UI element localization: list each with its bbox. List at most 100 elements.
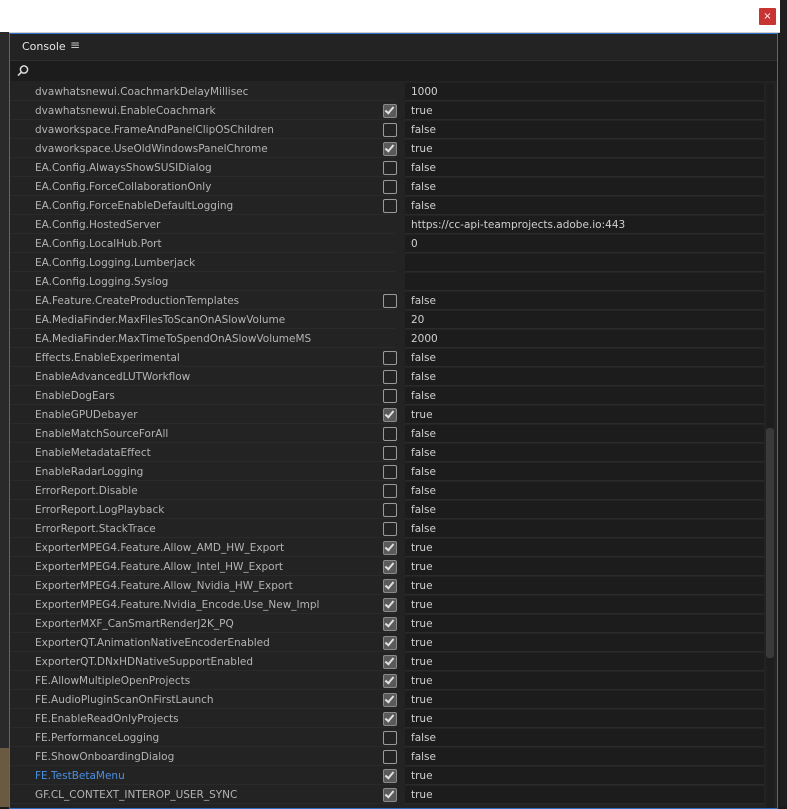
property-value-field[interactable]: false <box>405 197 764 215</box>
property-value-field[interactable]: true <box>405 539 764 557</box>
property-value-field[interactable]: true <box>405 558 764 576</box>
property-value-field[interactable]: true <box>405 653 764 671</box>
property-value-field[interactable]: false <box>405 159 764 177</box>
property-checkbox[interactable] <box>383 750 397 764</box>
property-checkbox[interactable] <box>383 598 397 612</box>
table-row: ExporterQT.DNxHDNativeSupportEnabled true <box>10 653 764 672</box>
property-checkbox[interactable] <box>383 351 397 365</box>
property-value-field[interactable]: true <box>405 634 764 652</box>
property-checkbox[interactable] <box>383 427 397 441</box>
property-name: Effects.EnableExperimental <box>10 349 395 367</box>
property-value-field[interactable]: true <box>405 596 764 614</box>
close-button[interactable]: × <box>759 8 776 25</box>
property-value-field[interactable]: true <box>405 672 764 690</box>
panel-menu-icon[interactable]: ≡ <box>70 38 80 52</box>
property-checkbox[interactable] <box>383 199 397 213</box>
property-value-field[interactable]: true <box>405 577 764 595</box>
property-name: EA.Config.Logging.Syslog <box>10 273 395 291</box>
table-row: EA.MediaFinder.MaxTimeToSpendOnASlowVolu… <box>10 330 764 349</box>
property-value-field[interactable]: false <box>405 121 764 139</box>
property-name: FE.AllowMultipleOpenProjects <box>10 672 395 690</box>
property-checkbox[interactable] <box>383 712 397 726</box>
property-value-field[interactable]: false <box>405 387 764 405</box>
property-value-field[interactable]: true <box>405 786 764 804</box>
property-value-field[interactable]: true <box>405 767 764 785</box>
property-value-field[interactable]: 0 <box>405 235 764 253</box>
property-name: ExporterQT.AnimationNativeEncoderEnabled <box>10 634 395 652</box>
property-checkbox[interactable] <box>383 674 397 688</box>
property-name: ExporterQT.DNxHDNativeSupportEnabled <box>10 653 395 671</box>
table-row: EA.Config.AlwaysShowSUSIDialog false <box>10 159 764 178</box>
property-value-field[interactable]: false <box>405 463 764 481</box>
property-name: EnableAdvancedLUTWorkflow <box>10 368 395 386</box>
property-value-field[interactable]: false <box>405 178 764 196</box>
property-value-field[interactable] <box>405 254 764 272</box>
property-checkbox[interactable] <box>383 769 397 783</box>
property-value-field[interactable]: https://cc-api-teamprojects.adobe.io:443 <box>405 216 764 234</box>
property-name: EnableGPUDebayer <box>10 406 395 424</box>
property-value-field[interactable]: false <box>405 349 764 367</box>
property-checkbox[interactable] <box>383 560 397 574</box>
property-value-field[interactable]: false <box>405 748 764 766</box>
property-value-field[interactable]: false <box>405 729 764 747</box>
property-checkbox[interactable] <box>383 579 397 593</box>
property-checkbox[interactable] <box>383 104 397 118</box>
console-panel: Console ≡ GF.CL_CONTEXT_INTEROP_USER_SYN… <box>9 33 778 809</box>
property-checkbox[interactable] <box>383 180 397 194</box>
table-row: ExporterQT.AnimationNativeEncoderEnabled… <box>10 634 764 653</box>
property-checkbox[interactable] <box>383 617 397 631</box>
scrollbar[interactable] <box>766 83 774 808</box>
property-checkbox[interactable] <box>383 636 397 650</box>
property-checkbox[interactable] <box>383 370 397 384</box>
property-value-field[interactable]: false <box>405 425 764 443</box>
property-checkbox[interactable] <box>383 788 397 802</box>
property-value-field[interactable]: true <box>405 140 764 158</box>
property-value-field[interactable]: false <box>405 444 764 462</box>
property-checkbox[interactable] <box>383 408 397 422</box>
property-checkbox[interactable] <box>383 693 397 707</box>
table-row: EA.Feature.CreateProductionTemplates fals… <box>10 292 764 311</box>
property-checkbox[interactable] <box>383 731 397 745</box>
property-name: dvawhatsnewui.CoachmarkDelayMillisec <box>10 83 395 101</box>
property-checkbox[interactable] <box>383 294 397 308</box>
property-value-field[interactable]: true <box>405 691 764 709</box>
property-value-field[interactable]: false <box>405 292 764 310</box>
property-checkbox[interactable] <box>383 541 397 555</box>
search-input[interactable] <box>10 61 777 81</box>
property-value-field[interactable]: false <box>405 482 764 500</box>
property-checkbox[interactable] <box>383 655 397 669</box>
tab-console[interactable]: Console <box>22 40 66 53</box>
property-value-field[interactable]: true <box>405 102 764 120</box>
console-properties-table: GF.CL_CONTEXT_INTEROP_USER_SYNC true FE.Te… <box>10 83 777 808</box>
property-value-field[interactable]: false <box>405 520 764 538</box>
property-checkbox[interactable] <box>383 465 397 479</box>
table-row: FE.AudioPluginScanOnFirstLaunch true <box>10 691 764 710</box>
property-value-field[interactable]: 2000 <box>405 330 764 348</box>
property-checkbox[interactable] <box>383 503 397 517</box>
table-row: GF.CL_CONTEXT_INTEROP_USER_SYNC true <box>10 786 764 805</box>
property-checkbox[interactable] <box>383 446 397 460</box>
scrollbar-thumb[interactable] <box>766 428 774 658</box>
table-row: ExporterMPEG4.Feature.Nvidia_Encode.Use_… <box>10 596 764 615</box>
property-name: dvaworkspace.UseOldWindowsPanelChrome <box>10 140 395 158</box>
property-value-field[interactable]: true <box>405 406 764 424</box>
property-checkbox[interactable] <box>383 484 397 498</box>
property-name: FE.ShowOnboardingDialog <box>10 748 395 766</box>
property-value-field[interactable]: true <box>405 615 764 633</box>
property-value-field[interactable]: 20 <box>405 311 764 329</box>
table-row: FE.AllowMultipleOpenProjects true <box>10 672 764 691</box>
property-value-field[interactable]: true <box>405 710 764 728</box>
property-checkbox[interactable] <box>383 142 397 156</box>
property-value-field[interactable] <box>405 273 764 291</box>
property-name: EA.MediaFinder.MaxTimeToSpendOnASlowVolu… <box>10 330 395 348</box>
property-checkbox[interactable] <box>383 161 397 175</box>
property-value-field[interactable]: 1000 <box>405 83 764 101</box>
property-value-field[interactable]: false <box>405 501 764 519</box>
property-value-field[interactable]: false <box>405 368 764 386</box>
property-checkbox[interactable] <box>383 389 397 403</box>
property-checkbox[interactable] <box>383 123 397 137</box>
property-checkbox[interactable] <box>383 522 397 536</box>
table-row: EA.Config.ForceCollaborationOnly false <box>10 178 764 197</box>
property-name: GF.CL_CONTEXT_INTEROP_USER_SYNC <box>10 786 395 804</box>
table-row: ErrorReport.Disable false <box>10 482 764 501</box>
